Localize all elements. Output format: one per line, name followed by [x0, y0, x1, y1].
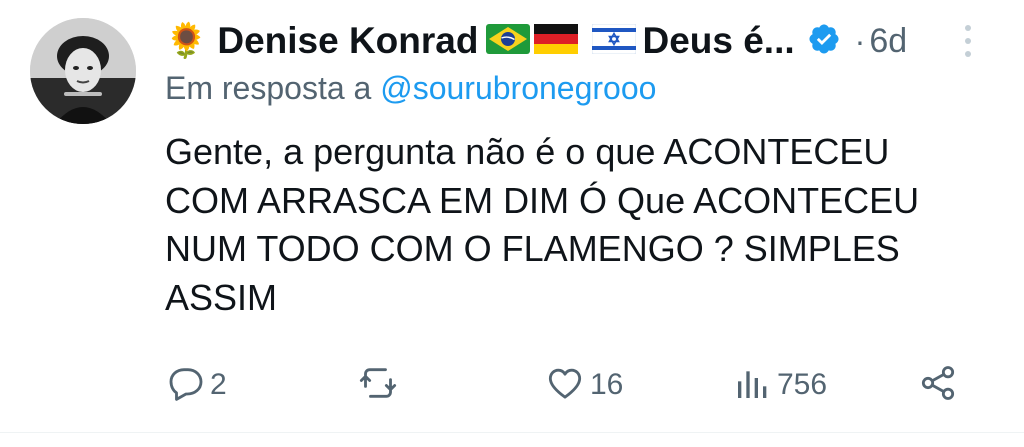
- views-button[interactable]: 756: [733, 357, 827, 413]
- germany-flag: [534, 23, 579, 59]
- reply-context: Em resposta a @sourubronegrooo: [165, 70, 656, 107]
- like-count: 16: [590, 368, 624, 401]
- share-button[interactable]: [918, 357, 958, 413]
- israel-flag: [591, 23, 637, 59]
- sunflower-emoji: 🌻: [165, 22, 208, 60]
- tweet-text-line: ASSIM: [165, 276, 278, 318]
- more-vertical-icon[interactable]: [958, 22, 978, 62]
- author-name-suffix[interactable]: Deus é...: [642, 20, 794, 62]
- tweet-text-line: COM ARRASCA EM DIM Ó Que ACONTECEU: [165, 179, 920, 221]
- tweet-card[interactable]: 🌻 Denise Konrad Deus é... · 6d Em respos…: [0, 0, 1024, 447]
- share-icon: [918, 363, 958, 408]
- avatar-image: [30, 18, 136, 124]
- reply-prefix: Em resposta a: [165, 70, 372, 106]
- separator-dot: ·: [854, 22, 866, 59]
- avatar[interactable]: [30, 18, 136, 124]
- views-count: 756: [777, 368, 828, 401]
- tweet-text-line: NUM TODO COM O FLAMENGO ? SIMPLES: [165, 228, 900, 269]
- tweet-header: 🌻 Denise Konrad Deus é... · 6d: [165, 14, 907, 68]
- like-button[interactable]: 16: [544, 357, 623, 413]
- brazil-flag: [486, 23, 531, 59]
- timestamp[interactable]: 6d: [869, 22, 907, 61]
- author-name[interactable]: Denise Konrad: [217, 20, 478, 62]
- heart-icon: [544, 363, 586, 408]
- tweet-text-line: Gente, a pergunta não é o que ACONTECEU: [165, 131, 890, 172]
- tweet-text: Gente, a pergunta não é o que ACONTECEU …: [165, 128, 985, 322]
- bar-chart-icon: [733, 363, 773, 408]
- reply-button[interactable]: 2: [166, 357, 227, 413]
- retweet-icon: [356, 363, 400, 408]
- verified-badge-icon: [807, 22, 841, 61]
- divider: [0, 432, 1024, 433]
- speech-bubble-icon: [166, 363, 206, 408]
- reply-handle-link[interactable]: @sourubronegrooo: [380, 70, 656, 106]
- reply-count: 2: [210, 368, 227, 401]
- action-bar: 2 16 756: [0, 357, 1024, 413]
- retweet-button[interactable]: [356, 357, 404, 413]
